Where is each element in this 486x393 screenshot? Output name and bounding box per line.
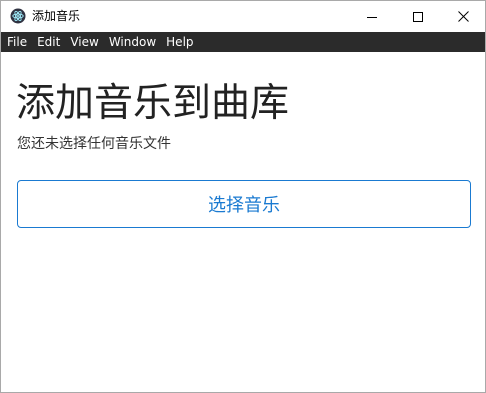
menu-help[interactable]: Help — [161, 32, 198, 52]
electron-icon — [10, 8, 26, 24]
menu-edit[interactable]: Edit — [32, 32, 65, 52]
app-window: 添加音乐 File Edit View Window Help 添加音乐到曲库 … — [0, 0, 486, 393]
maximize-button[interactable] — [395, 1, 441, 31]
maximize-icon — [413, 7, 423, 26]
close-button[interactable] — [440, 1, 485, 31]
empty-state-text: 您还未选择任何音乐文件 — [17, 136, 171, 152]
minimize-icon — [367, 7, 377, 26]
title-bar[interactable]: 添加音乐 — [1, 1, 485, 31]
window-title: 添加音乐 — [32, 9, 81, 23]
menu-view[interactable]: View — [65, 32, 103, 52]
minimize-button[interactable] — [349, 1, 395, 31]
menu-window[interactable]: Window — [104, 32, 161, 52]
menu-file[interactable]: File — [1, 32, 32, 52]
main-content: 添加音乐到曲库 您还未选择任何音乐文件 选择音乐 — [1, 52, 485, 392]
select-music-button[interactable]: 选择音乐 — [17, 180, 471, 228]
page-title: 添加音乐到曲库 — [16, 81, 290, 126]
menu-bar: File Edit View Window Help — [1, 32, 485, 52]
close-icon — [457, 7, 469, 26]
